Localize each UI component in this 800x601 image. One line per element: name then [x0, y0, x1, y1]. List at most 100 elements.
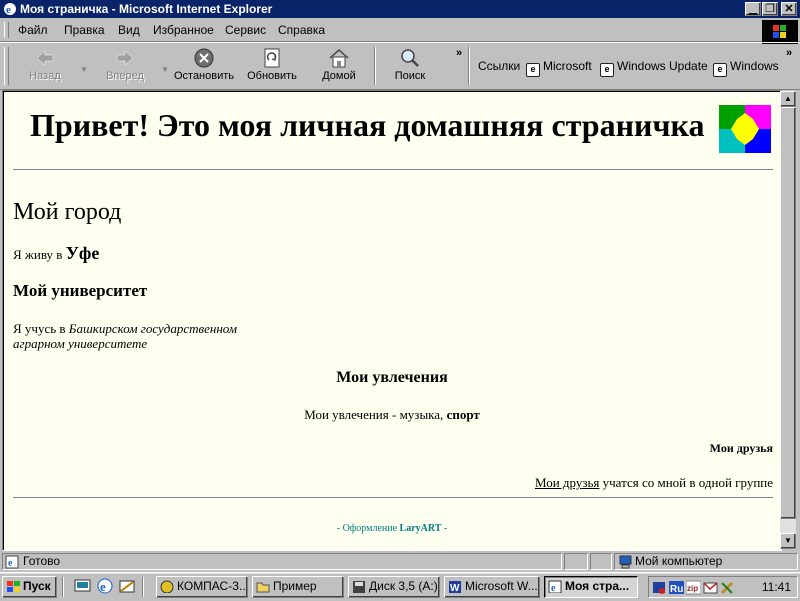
forward-button[interactable]: Вперед	[100, 45, 150, 87]
city-name: Уфе	[65, 243, 100, 263]
scroll-up-button[interactable]: ▲	[780, 91, 796, 107]
back-arrow-icon	[36, 50, 54, 66]
footer-prefix: - Оформление	[336, 523, 398, 534]
home-label: Домой	[322, 70, 356, 82]
task-floppy[interactable]: Диск 3,5 (A:)	[348, 576, 440, 598]
task-kompas[interactable]: КОМПАС-3...	[156, 576, 248, 598]
windows-flag-icon	[7, 581, 20, 592]
stop-label: Остановить	[173, 70, 235, 82]
status-pane-2	[590, 553, 612, 570]
title-bar[interactable]: e Моя страничка - Microsoft Internet Exp…	[0, 0, 800, 18]
taskbar-separator	[62, 577, 64, 597]
back-label: Назад	[29, 70, 61, 82]
city-paragraph: Я живу в Уфе	[13, 243, 99, 264]
svg-text:e: e	[8, 558, 13, 569]
refresh-button[interactable]: Обновить	[242, 45, 302, 87]
menu-view[interactable]: Вид	[118, 23, 140, 37]
menu-tools[interactable]: Сервис	[225, 23, 266, 37]
university-paragraph: Я учусь в Башкирском государственном агр…	[13, 321, 263, 351]
svg-text:Ru: Ru	[670, 584, 683, 595]
start-label: Пуск	[23, 579, 51, 593]
restore-icon: ❐	[765, 3, 775, 15]
tray-mail-icon[interactable]	[703, 580, 718, 595]
svg-text:e: e	[551, 583, 556, 593]
tray-language-icon[interactable]: Ru	[669, 580, 684, 595]
ie-icon: e	[4, 3, 16, 16]
tray-task-scheduler-icon[interactable]	[652, 580, 667, 595]
footer: - Оформление LaryART -	[3, 523, 781, 534]
task-word-label: Microsoft W...	[465, 579, 538, 593]
scroll-down-button[interactable]: ▼	[780, 533, 796, 549]
status-text: Готово	[23, 554, 61, 568]
link-windows-update[interactable]: e Windows Update	[600, 59, 708, 77]
divider-top	[13, 169, 773, 171]
link-windows[interactable]: e Windows	[713, 59, 779, 77]
minimize-button[interactable]: ▁	[745, 2, 761, 16]
back-dropdown-icon[interactable]: ▼	[80, 65, 88, 74]
toolbar-grip[interactable]	[4, 47, 9, 85]
my-computer-icon	[619, 555, 632, 569]
search-label: Поиск	[394, 70, 426, 82]
arrow-down-icon: ▼	[784, 536, 792, 545]
system-tray: Ru zip 11:41	[648, 576, 798, 598]
city-heading: Мой город	[13, 199, 122, 225]
task-ie-active[interactable]: e Моя стра...	[544, 576, 638, 598]
scroll-thumb[interactable]	[780, 107, 796, 519]
live-prefix: Я живу в	[13, 247, 63, 262]
svg-text:e: e	[100, 579, 106, 594]
friends-heading: Мои друзья	[709, 441, 773, 455]
stop-icon	[194, 48, 214, 68]
word-icon: W	[449, 581, 461, 593]
link-microsoft[interactable]: e Microsoft	[526, 59, 592, 77]
kompas-icon	[160, 580, 174, 593]
windows-flag-icon	[773, 25, 786, 38]
menu-edit[interactable]: Правка	[64, 23, 105, 37]
tray-tool-icon[interactable]	[720, 580, 735, 595]
link-microsoft-label: Microsoft	[543, 59, 592, 73]
hobbies-paragraph: Мои увлечения - музыка, спорт	[3, 407, 781, 423]
maximize-button[interactable]: ❐	[762, 2, 778, 16]
toolbar-chevron-icon[interactable]: »	[456, 47, 462, 59]
menu-help[interactable]: Справка	[278, 23, 325, 37]
hobbies-text: Мои увлечения - музыка,	[304, 407, 444, 422]
friends-paragraph: Мои друзья учатся со мной в одной группе	[535, 475, 773, 491]
footer-suffix: -	[443, 523, 448, 534]
friends-link[interactable]: Мои друзья	[535, 475, 599, 490]
ie-page-icon: e	[600, 63, 614, 77]
ie-quicklaunch-icon[interactable]: e	[96, 577, 114, 595]
show-desktop-icon[interactable]	[74, 577, 92, 595]
search-button[interactable]: Поиск	[388, 45, 432, 87]
toolbar-separator	[374, 47, 376, 85]
links-chevron-icon[interactable]: »	[786, 47, 792, 59]
tray-archiver-icon[interactable]: zip	[686, 580, 701, 595]
task-word[interactable]: W Microsoft W...	[444, 576, 540, 598]
refresh-label: Обновить	[247, 70, 297, 82]
hobbies-sport: спорт	[446, 407, 480, 422]
menu-file[interactable]: Файл	[18, 23, 48, 37]
back-button[interactable]: Назад	[22, 45, 68, 87]
svg-text:zip: zip	[687, 584, 698, 593]
close-button[interactable]: ✕	[781, 2, 797, 16]
page-content: Привет! Это моя личная домашняя страничк…	[2, 90, 782, 551]
toolbar: Назад ▼ Вперед ▼ Остановить Обновить Дом…	[0, 42, 800, 90]
start-button[interactable]: Пуск	[2, 576, 57, 598]
stop-button[interactable]: Остановить	[172, 45, 236, 87]
links-separator	[468, 47, 470, 85]
university-heading: Мой университет	[13, 281, 148, 300]
vertical-scrollbar[interactable]: ▲ ▼	[780, 91, 796, 549]
task-ie-label: Моя стра...	[565, 579, 630, 593]
task-primer[interactable]: Пример	[252, 576, 344, 598]
link-windows-update-label: Windows Update	[617, 59, 708, 73]
arrow-up-icon: ▲	[784, 94, 792, 103]
task-kompas-label: КОМПАС-3...	[177, 579, 248, 593]
status-main: e Готово	[2, 553, 562, 570]
menu-favorites[interactable]: Избранное	[153, 23, 214, 37]
status-zone-label: Мой компьютер	[635, 554, 723, 568]
menu-grip[interactable]	[4, 22, 9, 38]
home-button[interactable]: Домой	[316, 45, 362, 87]
clock[interactable]: 11:41	[762, 580, 791, 594]
minimize-icon: ▁	[748, 3, 758, 15]
outlook-quicklaunch-icon[interactable]	[118, 577, 136, 595]
forward-dropdown-icon[interactable]: ▼	[161, 65, 169, 74]
friends-text: учатся со мной в одной группе	[602, 475, 773, 490]
